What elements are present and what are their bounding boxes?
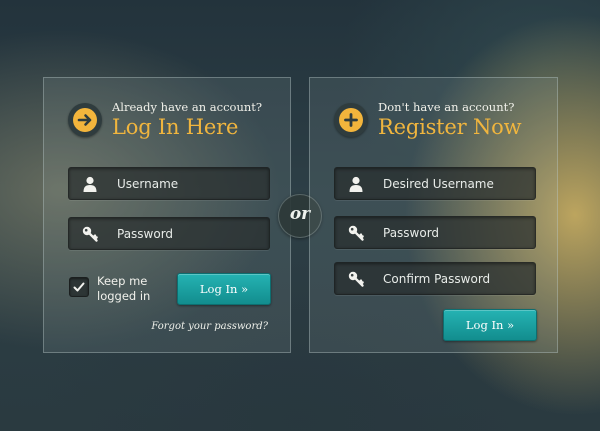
register-submit-button[interactable]: Log In » — [443, 309, 537, 341]
login-button[interactable]: Log In » — [177, 273, 271, 305]
keep-logged-in-checkbox[interactable] — [69, 277, 89, 297]
register-subtitle: Don't have an account? — [378, 100, 515, 114]
desired-username-input[interactable]: Desired Username — [334, 167, 536, 200]
password-placeholder: Password — [117, 227, 174, 241]
login-panel: Already have an account? Log In Here Use… — [43, 77, 291, 353]
register-password-placeholder: Password — [383, 226, 440, 240]
password-input[interactable]: Password — [68, 217, 270, 250]
user-icon — [83, 176, 97, 192]
confirm-password-input[interactable]: Confirm Password — [334, 262, 536, 295]
user-icon — [349, 176, 363, 192]
key-icon — [348, 271, 364, 287]
plus-circle-icon — [334, 103, 368, 137]
checkmark-icon — [73, 282, 85, 292]
login-subtitle: Already have an account? — [112, 100, 263, 114]
desired-username-placeholder: Desired Username — [383, 177, 494, 191]
key-icon — [82, 226, 98, 242]
forgot-password-link[interactable]: Forgot your password? — [151, 321, 268, 332]
confirm-password-placeholder: Confirm Password — [383, 272, 491, 286]
key-icon — [348, 225, 364, 241]
register-panel: Don't have an account? Register Now Desi… — [309, 77, 558, 353]
username-input[interactable]: Username — [68, 167, 270, 200]
register-title: Register Now — [378, 115, 522, 139]
username-placeholder: Username — [117, 177, 179, 191]
keep-logged-in-label[interactable]: Keep me logged in — [97, 274, 157, 304]
arrow-right-circle-icon — [68, 103, 102, 137]
register-password-input[interactable]: Password — [334, 216, 536, 249]
login-title: Log In Here — [112, 115, 239, 139]
